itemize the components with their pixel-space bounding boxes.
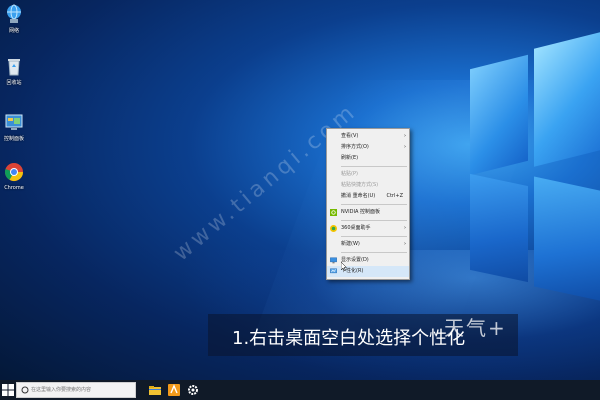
menu-item-label: 粘贴快捷方式(S) xyxy=(341,182,379,188)
menu-item-label: 360桌面助手 xyxy=(341,225,371,231)
chrome-icon xyxy=(4,163,24,182)
network-icon xyxy=(7,4,21,23)
menu-item-undo-rename[interactable]: 撤消 重命名(U) Ctrl+Z xyxy=(327,191,409,202)
desktop-icon-label: 网络 xyxy=(8,28,19,34)
desktop-icon-network[interactable]: 网络 xyxy=(0,4,28,34)
desktop-icon-label: 回收站 xyxy=(6,80,22,86)
chevron-right-icon: › xyxy=(404,225,406,231)
chevron-right-icon: › xyxy=(404,241,406,247)
subtitle-caption: 1.右击桌面空白处选择个性化 xyxy=(232,328,466,349)
menu-item-label: 新建(W) xyxy=(341,241,360,247)
control-panel-icon xyxy=(5,114,23,130)
file-explorer-icon[interactable] xyxy=(148,383,162,397)
taskbar-search-box[interactable] xyxy=(16,382,136,398)
desktop-icon-control-panel[interactable]: 控制面板 xyxy=(0,112,28,142)
menu-item-label: NVIDIA 控制面板 xyxy=(341,209,380,215)
settings-icon[interactable] xyxy=(186,383,200,397)
nvidia-icon xyxy=(330,209,337,216)
menu-item-label: 排序方式(O) xyxy=(341,144,369,150)
menu-item-nvidia-control-panel[interactable]: NVIDIA 控制面板 xyxy=(327,207,409,218)
chevron-right-icon: › xyxy=(404,144,406,150)
windows-logo-pane xyxy=(470,54,528,176)
menu-separator xyxy=(341,252,407,253)
desktop-icon-chrome[interactable]: Chrome xyxy=(0,162,28,191)
menu-item-personalize[interactable]: 个性化(R) xyxy=(327,266,409,277)
mouse-pointer-icon xyxy=(341,262,347,271)
personalize-icon xyxy=(330,268,337,274)
menu-item-shortcut: Ctrl+Z xyxy=(386,193,403,199)
app-icon[interactable] xyxy=(167,383,181,397)
menu-item-display-settings[interactable]: 显示设置(D) xyxy=(327,255,409,266)
display-icon xyxy=(330,257,337,264)
chevron-right-icon: › xyxy=(404,133,406,139)
menu-item-refresh[interactable]: 刷新(E) xyxy=(327,153,409,164)
menu-separator xyxy=(341,166,407,167)
menu-item-label: 撤消 重命名(U) xyxy=(341,193,376,199)
menu-item-360-desktop[interactable]: 360桌面助手 › xyxy=(327,223,409,234)
menu-separator xyxy=(341,220,407,221)
windows-logo-pane xyxy=(534,31,600,167)
menu-item-label: 刷新(E) xyxy=(341,155,359,161)
taskbar xyxy=(0,380,600,400)
cortana-icon xyxy=(21,386,29,394)
desktop-icon-label: 控制面板 xyxy=(3,136,24,142)
windows-logo-pane xyxy=(470,173,528,283)
menu-item-view[interactable]: 查看(V) › xyxy=(327,131,409,142)
desktop-icon-recycle-bin[interactable]: 回收站 xyxy=(0,56,28,86)
menu-separator xyxy=(341,236,407,237)
360-icon xyxy=(330,225,337,232)
menu-item-paste[interactable]: 粘贴(P) xyxy=(327,169,409,180)
desktop-context-menu: 查看(V) › 排序方式(O) › 刷新(E) 粘贴(P) 粘贴快捷方式(S) … xyxy=(326,128,410,280)
desktop[interactable]: www.tianqi.com 网络 回收站 控制面板 Chrome 查看(V) … xyxy=(0,0,600,380)
menu-separator xyxy=(341,204,407,205)
search-input[interactable] xyxy=(31,384,131,396)
windows-logo-pane xyxy=(534,176,600,302)
menu-item-label: 粘贴(P) xyxy=(341,171,358,177)
menu-item-sort-by[interactable]: 排序方式(O) › xyxy=(327,142,409,153)
recycle-bin-icon xyxy=(8,59,20,76)
windows-start-icon[interactable] xyxy=(2,384,14,396)
brand-logo: 天气+ xyxy=(444,316,507,340)
menu-item-new[interactable]: 新建(W) › xyxy=(327,239,409,250)
menu-item-label: 查看(V) xyxy=(341,133,359,139)
menu-item-paste-shortcut[interactable]: 粘贴快捷方式(S) xyxy=(327,180,409,191)
desktop-icon-label: Chrome xyxy=(4,185,24,191)
